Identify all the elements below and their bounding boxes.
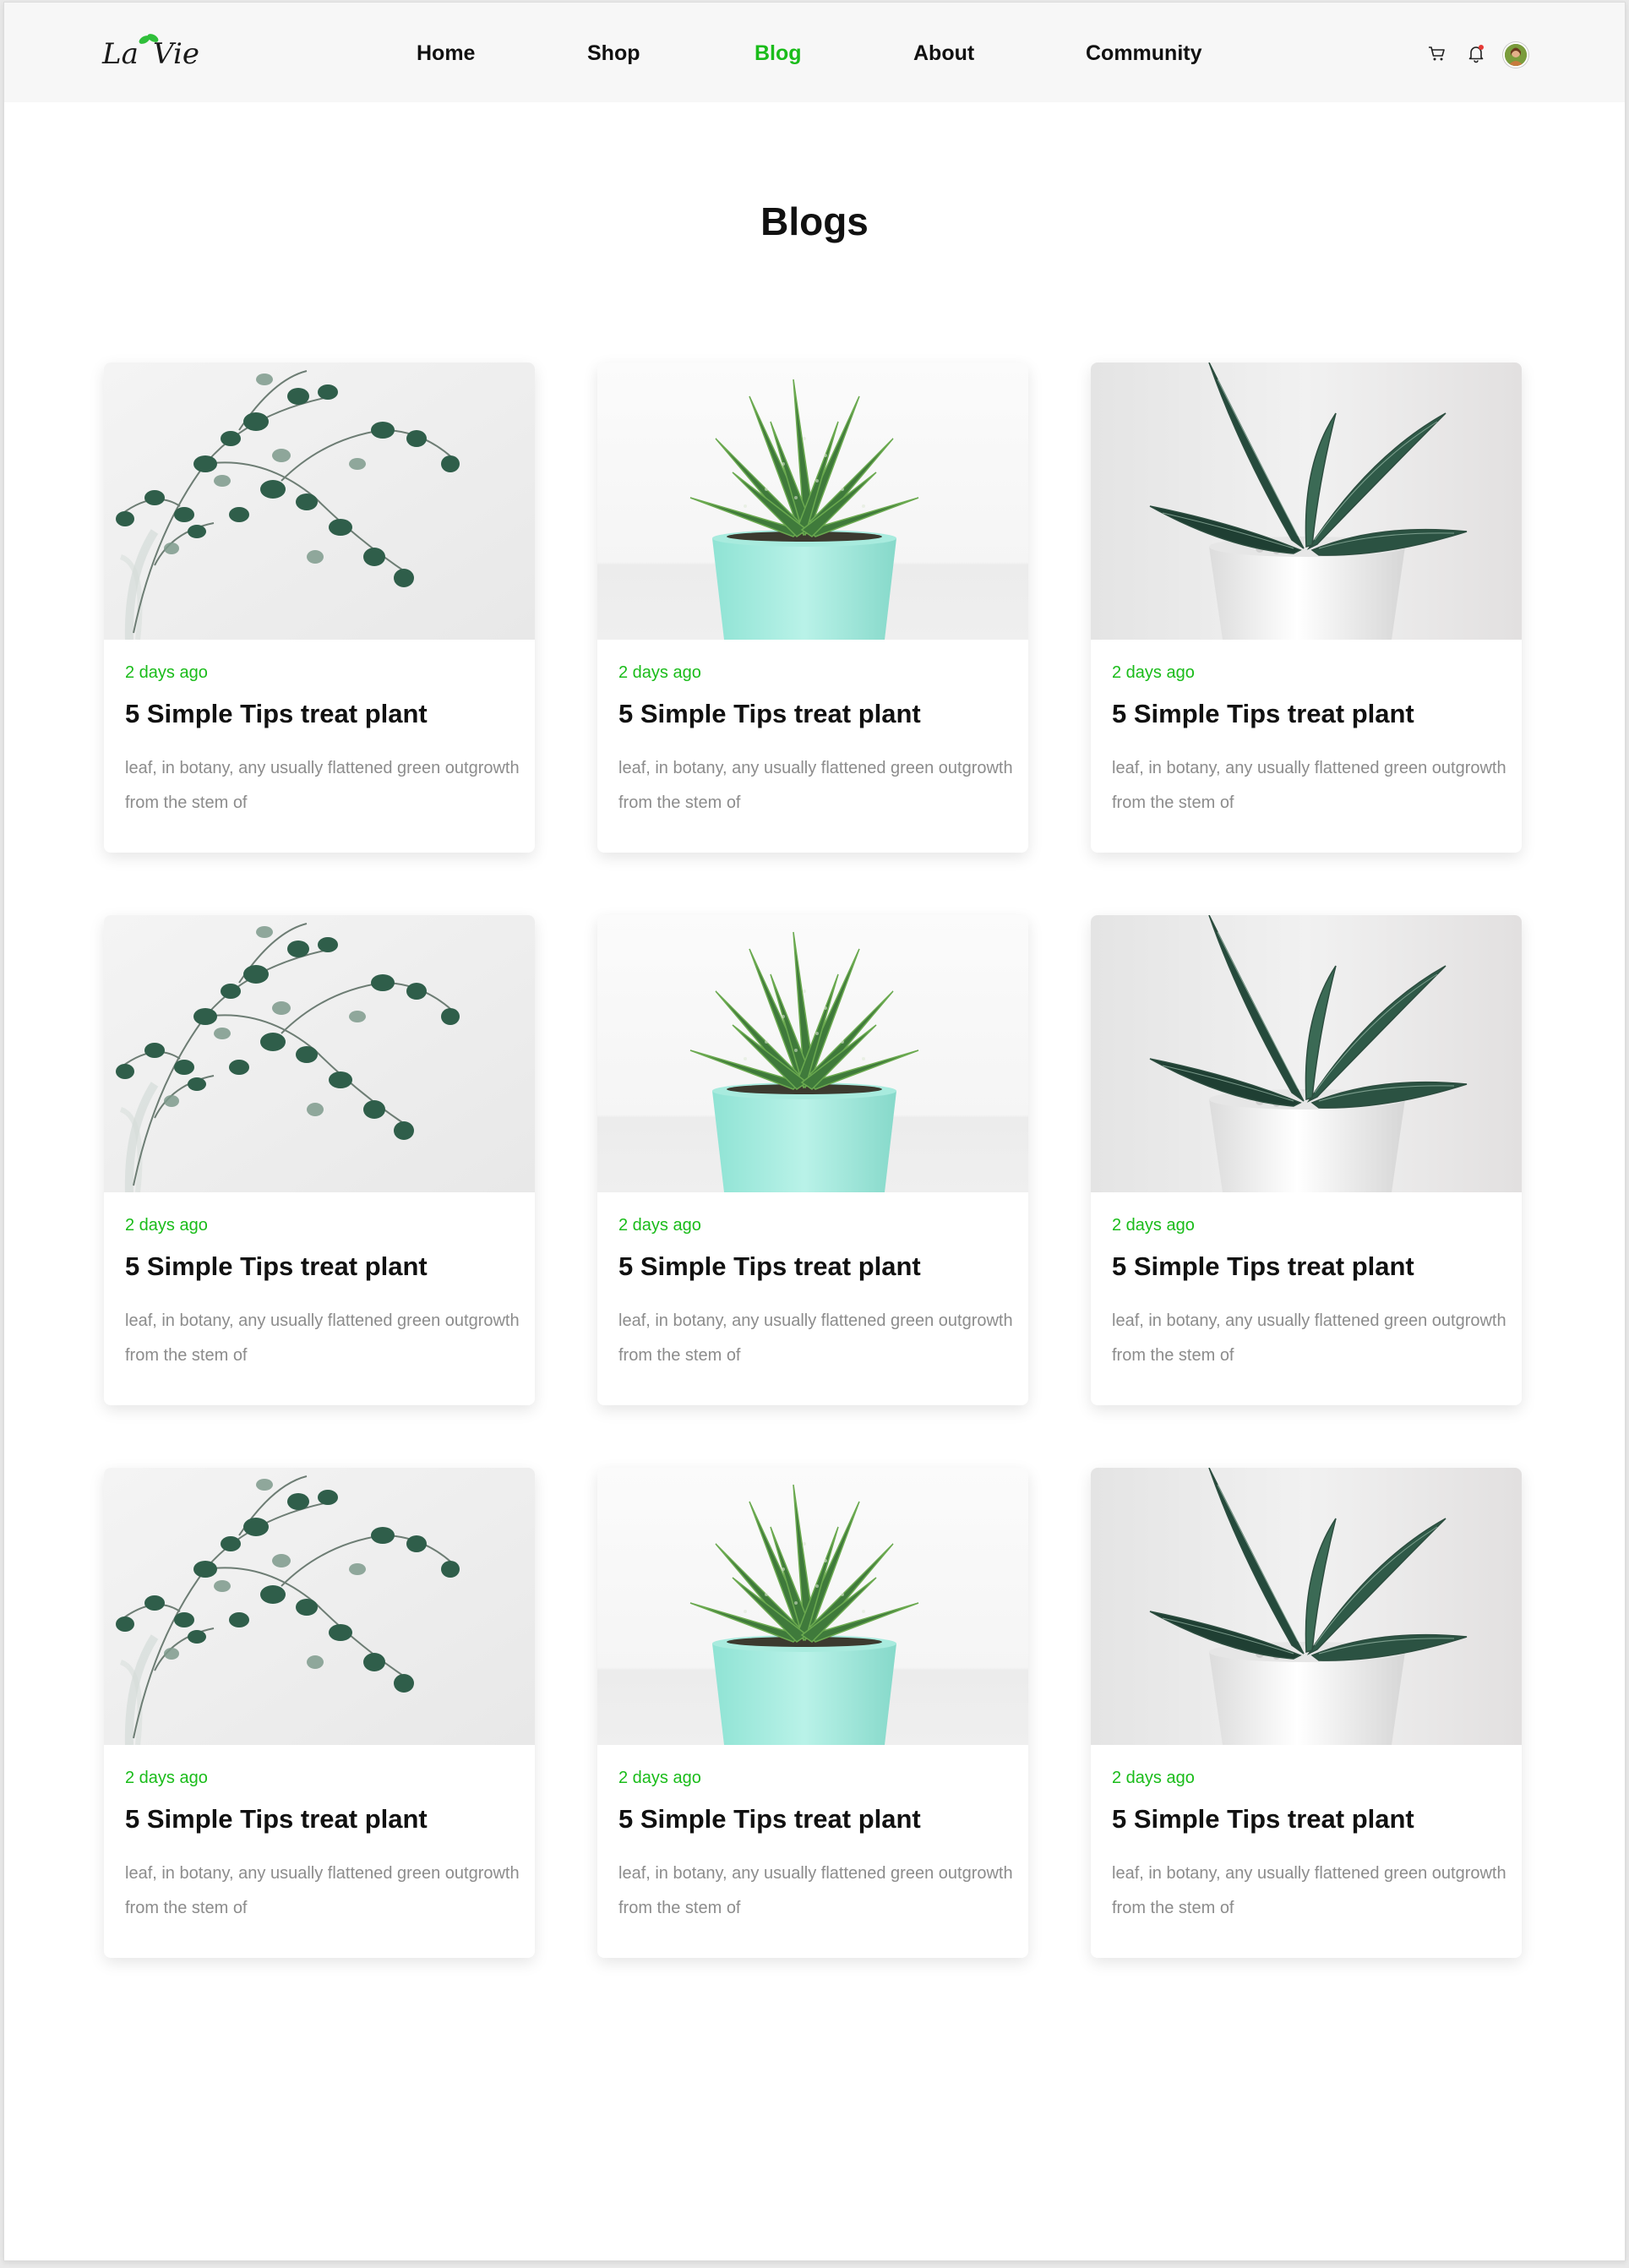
nav-blog[interactable]: Blog bbox=[755, 41, 802, 66]
eucalyptus-plant-image bbox=[104, 1468, 535, 1745]
blog-card[interactable]: 2 days ago 5 Simple Tips treat plant lea… bbox=[104, 1468, 535, 1958]
card-title[interactable]: 5 Simple Tips treat plant bbox=[1112, 699, 1414, 729]
card-title[interactable]: 5 Simple Tips treat plant bbox=[125, 699, 428, 729]
nav-community[interactable]: Community bbox=[1086, 41, 1202, 66]
blog-card[interactable]: 2 days ago 5 Simple Tips treat plant lea… bbox=[597, 363, 1028, 853]
blog-card[interactable]: 2 days ago 5 Simple Tips treat plant lea… bbox=[597, 915, 1028, 1405]
app-frame: La Vie Home Shop Blog About Community Bl… bbox=[3, 2, 1626, 2261]
card-title[interactable]: 5 Simple Tips treat plant bbox=[1112, 1804, 1414, 1835]
top-navbar: La Vie Home Shop Blog About Community bbox=[4, 3, 1625, 102]
blog-card[interactable]: 2 days ago 5 Simple Tips treat plant lea… bbox=[597, 1468, 1028, 1958]
card-title[interactable]: 5 Simple Tips treat plant bbox=[618, 699, 921, 729]
blog-card[interactable]: 2 days ago 5 Simple Tips treat plant lea… bbox=[1091, 1468, 1522, 1958]
nav-about[interactable]: About bbox=[913, 41, 974, 66]
blog-card[interactable]: 2 days ago 5 Simple Tips treat plant lea… bbox=[104, 915, 535, 1405]
snake-plant-image bbox=[1091, 1468, 1522, 1745]
cart-icon[interactable] bbox=[1427, 43, 1447, 63]
eucalyptus-plant-image bbox=[104, 363, 535, 640]
card-description: leaf, in botany, any usually flattened g… bbox=[1112, 1864, 1506, 1917]
haworthia-plant-image bbox=[597, 915, 1028, 1192]
logo[interactable]: La Vie bbox=[99, 26, 209, 77]
card-date: 2 days ago bbox=[618, 1769, 701, 1787]
haworthia-plant-image bbox=[597, 1468, 1028, 1745]
blog-card[interactable]: 2 days ago 5 Simple Tips treat plant lea… bbox=[104, 363, 535, 853]
card-description: leaf, in botany, any usually flattened g… bbox=[1112, 759, 1506, 812]
eucalyptus-plant-image bbox=[104, 915, 535, 1192]
blog-card[interactable]: 2 days ago 5 Simple Tips treat plant lea… bbox=[1091, 915, 1522, 1405]
bell-icon[interactable] bbox=[1466, 43, 1486, 63]
nav-shop[interactable]: Shop bbox=[587, 41, 640, 66]
nav-home[interactable]: Home bbox=[417, 41, 475, 66]
svg-text:La: La bbox=[101, 37, 139, 71]
card-description: leaf, in botany, any usually flattened g… bbox=[1112, 1311, 1506, 1365]
card-description: leaf, in botany, any usually flattened g… bbox=[618, 759, 1013, 812]
card-description: leaf, in botany, any usually flattened g… bbox=[618, 1311, 1013, 1365]
snake-plant-image bbox=[1091, 915, 1522, 1192]
snake-plant-image bbox=[1091, 363, 1522, 640]
card-description: leaf, in botany, any usually flattened g… bbox=[618, 1864, 1013, 1917]
card-date: 2 days ago bbox=[618, 1216, 701, 1235]
user-avatar-icon bbox=[1505, 44, 1527, 66]
card-title[interactable]: 5 Simple Tips treat plant bbox=[125, 1251, 428, 1282]
card-date: 2 days ago bbox=[618, 663, 701, 682]
card-description: leaf, in botany, any usually flattened g… bbox=[125, 1864, 520, 1917]
card-date: 2 days ago bbox=[125, 1216, 208, 1235]
card-title[interactable]: 5 Simple Tips treat plant bbox=[125, 1804, 428, 1835]
avatar[interactable] bbox=[1503, 42, 1528, 68]
haworthia-plant-image bbox=[597, 363, 1028, 640]
card-date: 2 days ago bbox=[125, 663, 208, 682]
card-date: 2 days ago bbox=[1112, 1216, 1195, 1235]
la-vie-logo-icon: La Vie bbox=[101, 34, 199, 71]
card-date: 2 days ago bbox=[1112, 663, 1195, 682]
card-date: 2 days ago bbox=[125, 1769, 208, 1787]
page-title: Blogs bbox=[760, 199, 869, 243]
card-date: 2 days ago bbox=[1112, 1769, 1195, 1787]
card-description: leaf, in botany, any usually flattened g… bbox=[125, 1311, 520, 1365]
card-title[interactable]: 5 Simple Tips treat plant bbox=[1112, 1251, 1414, 1282]
card-description: leaf, in botany, any usually flattened g… bbox=[125, 759, 520, 812]
card-title[interactable]: 5 Simple Tips treat plant bbox=[618, 1251, 921, 1282]
blog-card[interactable]: 2 days ago 5 Simple Tips treat plant lea… bbox=[1091, 363, 1522, 853]
svg-text:Vie: Vie bbox=[153, 37, 199, 71]
card-title[interactable]: 5 Simple Tips treat plant bbox=[618, 1804, 921, 1835]
